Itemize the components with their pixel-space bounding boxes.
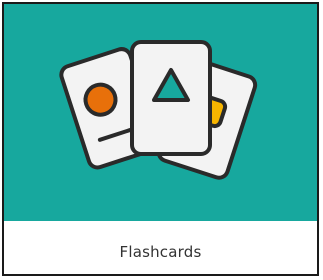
tile-footer: Flashcards <box>4 221 317 274</box>
tile-label: Flashcards <box>119 242 202 261</box>
flashcards-illustration <box>4 4 317 221</box>
flashcards-tile[interactable]: Flashcards <box>2 2 319 276</box>
flashcards-icon <box>59 40 258 180</box>
middle-flashcard <box>130 40 212 156</box>
